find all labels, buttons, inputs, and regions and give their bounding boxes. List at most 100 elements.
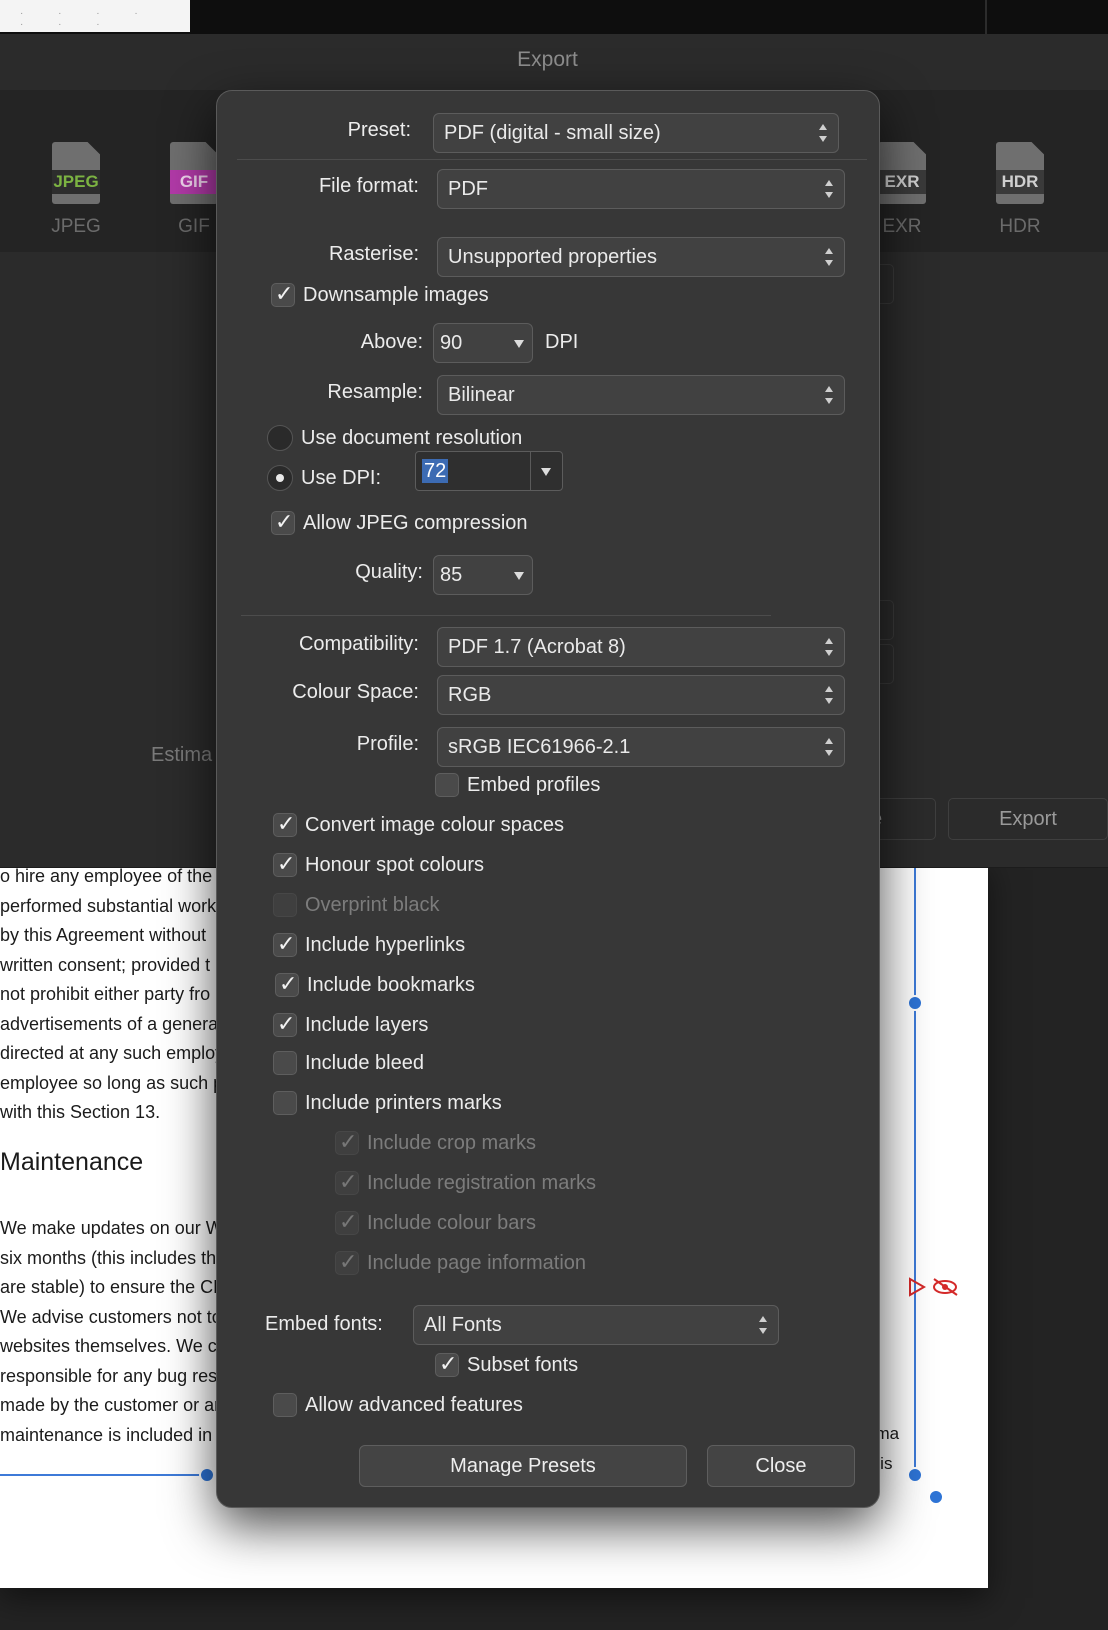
gif-file-icon: GIF [170, 142, 218, 204]
above-dpi-select[interactable]: 90 [433, 323, 533, 363]
checkmark-icon: ✓ [277, 851, 296, 876]
checkbox-label: Include registration marks [367, 1172, 596, 1194]
checkmark-icon: ✓ [275, 281, 294, 306]
document-text-line: six months (this includes th [0, 1247, 217, 1268]
profile-value: sRGB IEC61966-2.1 [448, 736, 631, 758]
close-button[interactable]: Close [707, 1445, 855, 1487]
checkbox-label: Include colour bars [367, 1212, 536, 1234]
separator [237, 159, 867, 160]
rasterise-select[interactable]: Unsupported properties [437, 237, 845, 277]
selection-handle[interactable] [928, 1489, 944, 1505]
checkbox-label: Subset fonts [467, 1354, 579, 1376]
document-text-line: with this Section 13. [0, 1102, 161, 1122]
checkbox-label: Include bleed [305, 1052, 424, 1074]
pdf-export-settings-dialog: Preset: PDF (digital - small size) File … [216, 90, 880, 1508]
resample-value: Bilinear [448, 384, 515, 406]
hdr-file-icon: HDR [996, 142, 1044, 204]
canvas-ruler-strip: · · · · · · · [0, 0, 190, 32]
format-label: JPEG [51, 216, 101, 237]
checkbox-label: Include printers marks [305, 1092, 502, 1114]
document-text-line: We advise customers not to [0, 1306, 222, 1327]
radio-label: Use DPI: [301, 467, 382, 489]
checkbox-box [435, 773, 459, 797]
checkbox-label: Convert image colour spaces [305, 814, 565, 836]
stepper-arrows-icon [824, 637, 834, 657]
preset-value: PDF (digital - small size) [444, 122, 661, 144]
embed-fonts-value: All Fonts [424, 1314, 502, 1336]
checkbox-box [273, 1393, 297, 1417]
separator [241, 615, 771, 616]
checkmark-icon: ✓ [277, 1011, 296, 1036]
stepper-arrows-icon [824, 247, 834, 267]
format-hdr[interactable]: HDR HDR [980, 142, 1060, 238]
checkbox-box [273, 1091, 297, 1115]
document-text-line: by this Agreement without [0, 925, 207, 945]
checkmark-icon: ✓ [339, 1169, 358, 1194]
selection-handle[interactable] [199, 1467, 215, 1483]
jpeg-file-icon: JPEG [52, 142, 100, 204]
document-text-line: o hire any employee of the [0, 866, 213, 886]
format-jpeg[interactable]: JPEG JPEG [36, 142, 116, 238]
quality-value: 85 [440, 564, 463, 586]
export-button[interactable]: Export [948, 798, 1108, 840]
document-text-line: employee so long as such p [0, 1072, 224, 1093]
stepper-arrows-icon [818, 123, 828, 143]
checkmark-icon: ✓ [277, 931, 296, 956]
format-tag: EXR [878, 170, 926, 194]
document-text-line: directed at any such employ [0, 1043, 225, 1063]
checkbox-label: Include bookmarks [307, 974, 475, 996]
quality-select[interactable]: 85 [433, 555, 533, 595]
top-divider [985, 0, 987, 34]
checkbox-label: Allow advanced features [305, 1394, 523, 1416]
checkmark-icon: ✓ [275, 509, 294, 534]
selection-handle[interactable] [907, 1467, 923, 1483]
embed-fonts-select[interactable]: All Fonts [413, 1305, 779, 1345]
format-label: HDR [999, 216, 1041, 237]
embed-fonts-label: Embed fonts: [265, 1313, 383, 1335]
quality-label: Quality: [355, 561, 423, 583]
document-text-line: not prohibit either party fro [0, 984, 211, 1004]
colour-space-select[interactable]: RGB [437, 675, 845, 715]
document-text-line: We make updates on our W [0, 1218, 223, 1238]
resample-select[interactable]: Bilinear [437, 375, 845, 415]
manage-presets-button[interactable]: Manage Presets [359, 1445, 687, 1487]
checkbox-label: Include page information [367, 1252, 587, 1274]
profile-select[interactable]: sRGB IEC61966-2.1 [437, 727, 845, 767]
checkbox-box [273, 893, 297, 917]
dpi-input[interactable]: 72 [422, 459, 449, 483]
file-format-select[interactable]: PDF [437, 169, 845, 209]
chevron-down-icon[interactable] [541, 468, 551, 476]
document-text-line: advertisements of a genera [0, 1013, 219, 1034]
dpi-combobox[interactable]: 72 [415, 451, 563, 491]
chevron-down-icon [514, 340, 524, 348]
stepper-arrows-icon [758, 1315, 768, 1335]
resample-label: Resample: [327, 381, 423, 403]
selection-edge-horizontal [0, 1474, 210, 1476]
chevron-down-icon [514, 572, 524, 580]
exr-file-icon: EXR [878, 142, 926, 204]
checkbox-label: Embed profiles [467, 774, 601, 796]
compatibility-select[interactable]: PDF 1.7 (Acrobat 8) [437, 627, 845, 667]
play-marker-icon [909, 1277, 927, 1297]
document-text-line: written consent; provided t [0, 954, 211, 975]
stepper-arrows-icon [824, 737, 834, 757]
document-text-line: performed substantial work [0, 895, 217, 916]
compatibility-value: PDF 1.7 (Acrobat 8) [448, 636, 626, 658]
checkmark-icon: ✓ [339, 1129, 358, 1154]
document-text-line: are stable) to ensure the CM [0, 1277, 229, 1297]
file-format-label: File format: [318, 175, 419, 197]
file-format-value: PDF [448, 178, 488, 200]
selection-handle[interactable] [907, 995, 923, 1011]
stepper-arrows-icon [824, 685, 834, 705]
rasterise-value: Unsupported properties [448, 246, 658, 268]
checkbox-box [273, 1051, 297, 1075]
checkmark-icon: ✓ [339, 1209, 358, 1234]
checkbox-label: Allow JPEG compression [303, 512, 528, 534]
colour-space-value: RGB [448, 684, 492, 706]
selection-edge-vertical [914, 860, 916, 1475]
document-text-line: websites themselves. We ca [0, 1336, 227, 1356]
combobox-divider [530, 452, 531, 490]
document-text-line: made by the customer or ar [0, 1395, 221, 1415]
preset-select[interactable]: PDF (digital - small size) [433, 113, 839, 153]
profile-label: Profile: [356, 733, 419, 755]
